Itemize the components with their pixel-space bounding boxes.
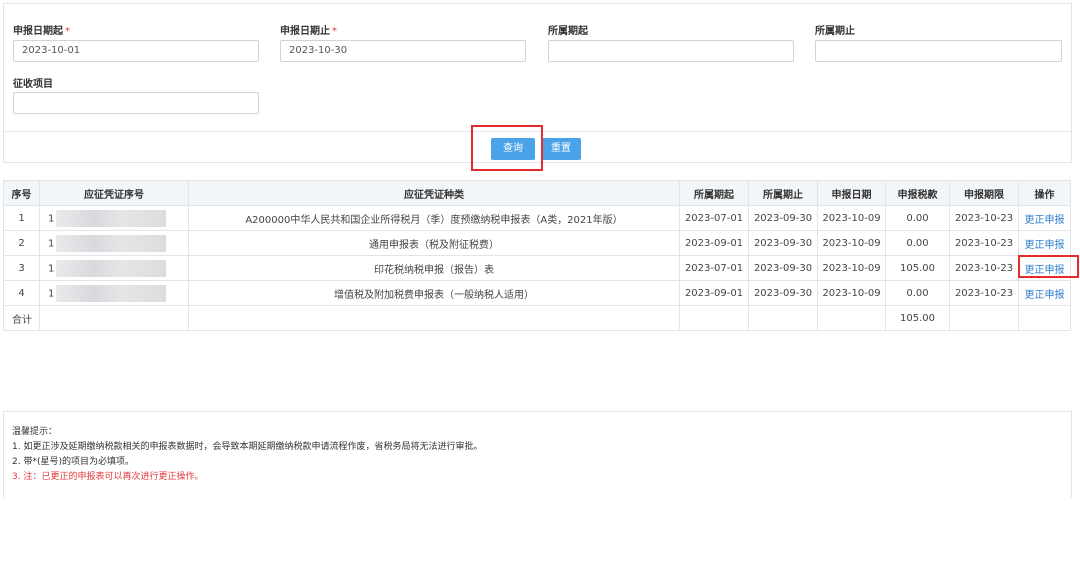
- voucher-no-cell: 1: [39, 205, 189, 231]
- empty-cell: [1018, 305, 1071, 331]
- reset-button[interactable]: 重置: [541, 138, 581, 160]
- voucher-type-cell: 增值税及附加税费申报表（一般纳税人适用）: [188, 280, 680, 306]
- period-end-cell: 2023-09-30: [748, 205, 818, 231]
- tips-title: 温馨提示：: [12, 427, 58, 437]
- period-start-cell: 2023-07-01: [679, 255, 749, 281]
- declare-date-start-label: 申报日期起 *: [13, 26, 70, 37]
- empty-cell: [748, 305, 818, 331]
- row-index: 2: [3, 230, 40, 256]
- voucher-no: 1: [48, 213, 55, 224]
- empty-cell: [949, 305, 1019, 331]
- declare-date-cell: 2023-10-09: [817, 255, 886, 281]
- deadline-cell: 2023-10-23: [949, 230, 1019, 256]
- redacted-blur: [56, 259, 167, 277]
- col-voucher-no-header: 应征凭证序号: [39, 180, 189, 206]
- empty-cell: [39, 305, 189, 331]
- col-declare-date-header: 申报日期: [817, 180, 886, 206]
- table-total-row: 合计 105.00: [3, 305, 1071, 331]
- voucher-no-cell: 1: [39, 255, 189, 281]
- row-index: 1: [3, 205, 40, 231]
- col-period-end-header: 所属期止: [748, 180, 818, 206]
- period-start-cell: 2023-09-01: [679, 230, 749, 256]
- period-end-cell: 2023-09-30: [748, 280, 818, 306]
- tax-amount-cell: 0.00: [885, 230, 950, 256]
- col-action-header: 操作: [1018, 180, 1071, 206]
- correct-declaration-link[interactable]: 更正申报: [1018, 230, 1071, 256]
- declare-date-cell: 2023-10-09: [817, 280, 886, 306]
- table-row: 3 1 印花税纳税申报（报告）表 2023-07-01 2023-09-30 2…: [3, 255, 1071, 281]
- empty-cell: [679, 305, 749, 331]
- deadline-cell: 2023-10-23: [949, 205, 1019, 231]
- tip-item: 2. 带*(星号)的项目为必填项。: [12, 457, 134, 467]
- query-button-highlight: [471, 125, 543, 171]
- table-row: 1 1 A200000中华人民共和国企业所得税月（季）度预缴纳税申报表（A类，2…: [3, 205, 1071, 231]
- voucher-no: 1: [48, 263, 55, 274]
- redacted-blur: [56, 284, 167, 302]
- total-label: 合计: [3, 305, 40, 331]
- declare-date-end-input[interactable]: 2023-10-30: [280, 40, 526, 62]
- col-tax-header: 申报税款: [885, 180, 950, 206]
- tax-amount-cell: 0.00: [885, 280, 950, 306]
- tips-panel: 温馨提示： 1. 如更正涉及延期缴纳税款相关的申报表数据时，会导致本期延期缴纳税…: [3, 411, 1072, 498]
- col-index-header: 序号: [3, 180, 40, 206]
- voucher-type-cell: A200000中华人民共和国企业所得税月（季）度预缴纳税申报表（A类，2021年…: [188, 205, 680, 231]
- voucher-no-cell: 1: [39, 280, 189, 306]
- redacted-blur: [56, 234, 167, 252]
- voucher-no: 1: [48, 288, 55, 299]
- table-row: 4 1 增值税及附加税费申报表（一般纳税人适用） 2023-09-01 2023…: [3, 280, 1071, 306]
- tax-amount-cell: 0.00: [885, 205, 950, 231]
- row-index: 4: [3, 280, 40, 306]
- correct-declaration-link[interactable]: 更正申报: [1018, 280, 1071, 306]
- voucher-type-cell: 通用申报表（税及附征税费）: [188, 230, 680, 256]
- declare-date-end-label: 申报日期止 *: [280, 26, 337, 37]
- declare-date-cell: 2023-10-09: [817, 230, 886, 256]
- period-end-cell: 2023-09-30: [748, 230, 818, 256]
- tip-item: 1. 如更正涉及延期缴纳税款相关的申报表数据时，会导致本期延期缴纳税款申请流程作…: [12, 442, 483, 452]
- col-period-start-header: 所属期起: [679, 180, 749, 206]
- redacted-blur: [56, 209, 167, 227]
- voucher-type-cell: 印花税纳税申报（报告）表: [188, 255, 680, 281]
- deadline-cell: 2023-10-23: [949, 255, 1019, 281]
- deadline-cell: 2023-10-23: [949, 280, 1019, 306]
- tax-amount-cell: 105.00: [885, 255, 950, 281]
- period-end-input[interactable]: [815, 40, 1062, 62]
- col-type-header: 应征凭证种类: [188, 180, 680, 206]
- empty-cell: [817, 305, 886, 331]
- tip-item-warning: 3. 注：已更正的申报表可以再次进行更正操作。: [12, 472, 204, 482]
- period-end-label: 所属期止: [815, 26, 855, 37]
- total-tax-cell: 105.00: [885, 305, 950, 331]
- declare-date-cell: 2023-10-09: [817, 205, 886, 231]
- correct-declaration-link[interactable]: 更正申报: [1018, 205, 1071, 231]
- period-start-cell: 2023-07-01: [679, 205, 749, 231]
- empty-cell: [188, 305, 680, 331]
- period-start-input[interactable]: [548, 40, 794, 62]
- row-index: 3: [3, 255, 40, 281]
- period-start-cell: 2023-09-01: [679, 280, 749, 306]
- tax-item-label: 征收项目: [13, 79, 53, 90]
- required-mark: *: [65, 26, 70, 37]
- voucher-no: 1: [48, 238, 55, 249]
- results-table: 序号 应征凭证序号 应征凭证种类 所属期起 所属期止 申报日期 申报税款 申报期…: [3, 180, 1071, 331]
- col-deadline-header: 申报期限: [949, 180, 1019, 206]
- table-header-row: 序号 应征凭证序号 应征凭证种类 所属期起 所属期止 申报日期 申报税款 申报期…: [3, 180, 1071, 206]
- period-start-label: 所属期起: [548, 26, 588, 37]
- required-mark: *: [332, 26, 337, 37]
- table-row: 2 1 通用申报表（税及附征税费） 2023-09-01 2023-09-30 …: [3, 230, 1071, 256]
- voucher-no-cell: 1: [39, 230, 189, 256]
- tax-item-input[interactable]: [13, 92, 259, 114]
- declare-date-start-input[interactable]: 2023-10-01: [13, 40, 259, 62]
- correct-link-highlight: [1018, 255, 1079, 278]
- period-end-cell: 2023-09-30: [748, 255, 818, 281]
